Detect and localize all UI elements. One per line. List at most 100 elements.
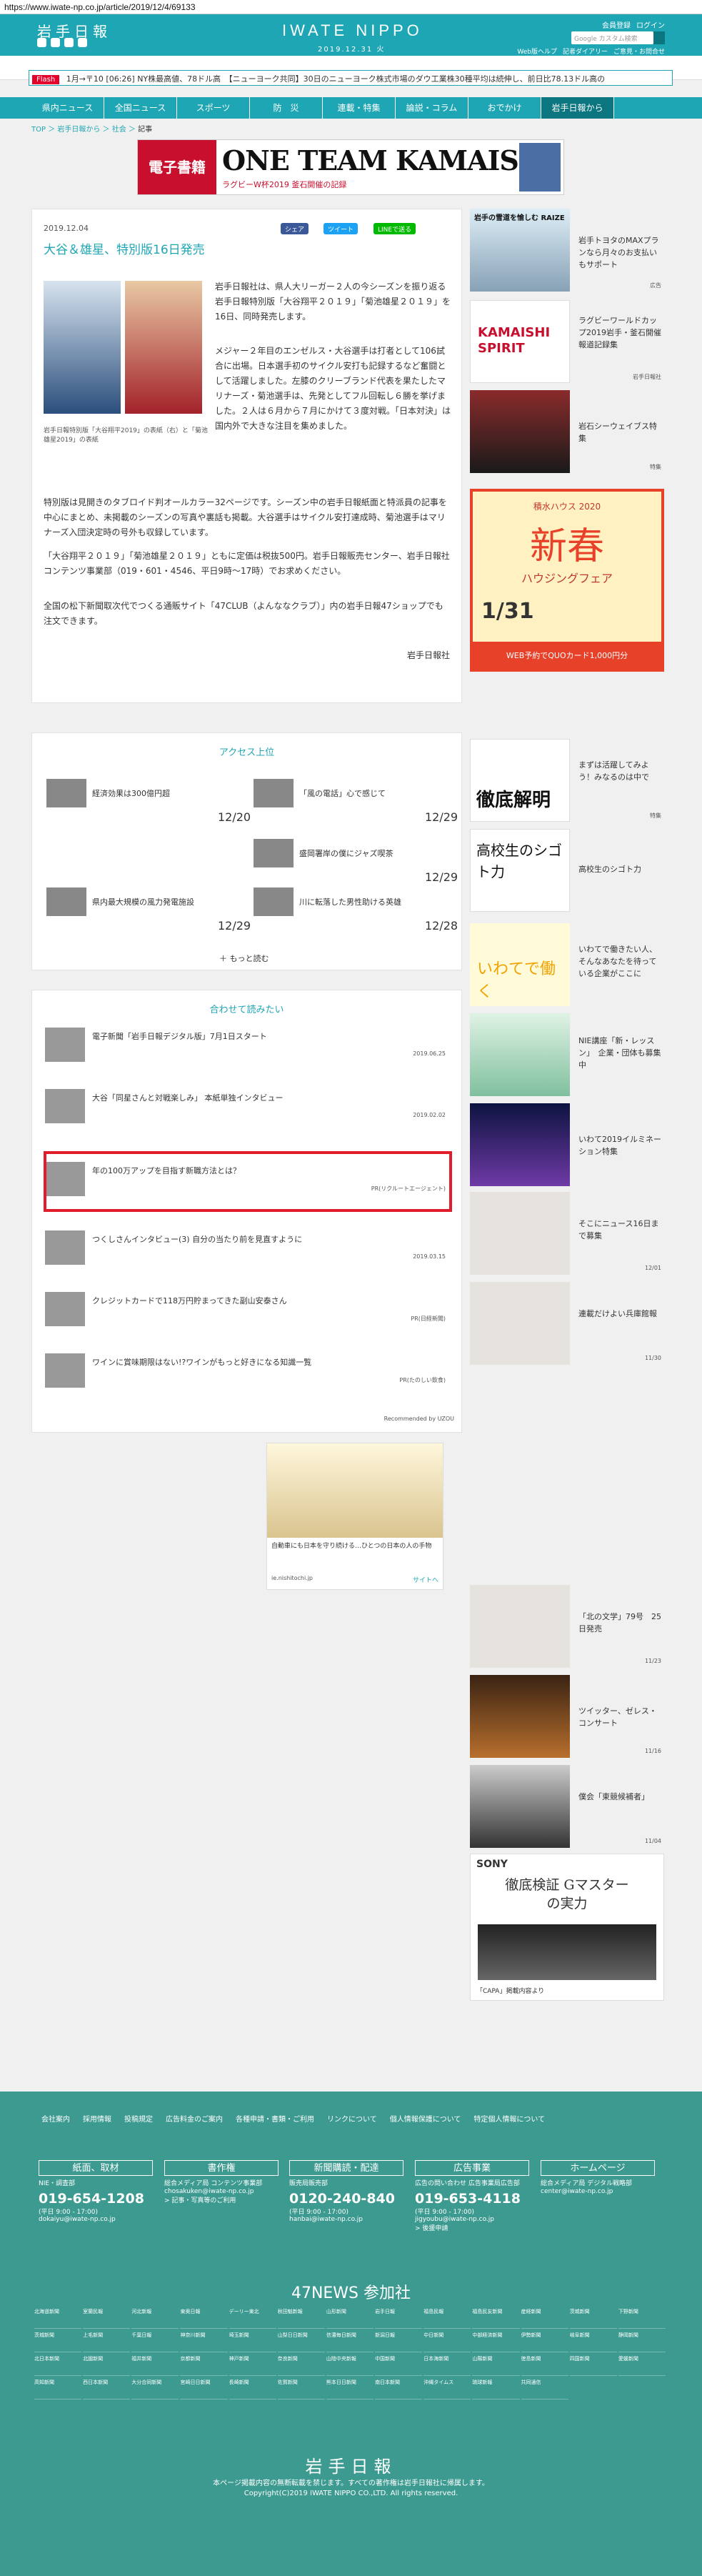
paper-link[interactable]: 中日新聞 — [423, 2330, 471, 2352]
breadcrumb-society[interactable]: 社会 — [112, 126, 126, 134]
paper-link[interactable]: 福島民報 — [423, 2307, 471, 2329]
search-input[interactable]: Google カスタム検索 — [571, 31, 653, 44]
diary-link[interactable]: 記者ダイアリー — [563, 46, 608, 56]
paper-link[interactable]: 南日本新聞 — [375, 2377, 423, 2400]
paper-link[interactable]: 西日本新聞 — [83, 2377, 131, 2400]
paper-link[interactable]: 琉球新報 — [472, 2377, 520, 2400]
tweet-button[interactable]: ツイート — [324, 223, 358, 234]
twitter-icon[interactable] — [37, 38, 46, 47]
nav-disaster[interactable]: 防 災 — [250, 97, 323, 119]
paper-link[interactable]: 河北新報 — [131, 2307, 179, 2329]
register-link[interactable]: 会員登録 — [602, 19, 631, 30]
paper-link[interactable]: 佐賀新聞 — [277, 2377, 325, 2400]
paper-link[interactable]: 信濃毎日新聞 — [326, 2330, 374, 2352]
paper-link[interactable]: 上毛新聞 — [83, 2330, 131, 2352]
sony-ad[interactable]: SONY 徹底検証 Gマスターの実力 「CAPA」掲載内容より — [470, 1854, 664, 2001]
facebook-share-button[interactable]: シェア — [281, 223, 309, 234]
phone-number[interactable]: 019-654-1208 — [39, 2191, 153, 2207]
contact-link[interactable]: ご意見・お問合せ — [613, 46, 665, 56]
paper-link[interactable]: 徳島新聞 — [521, 2354, 568, 2376]
ranking-item[interactable]: 川に転落した男性助ける英雄 — [254, 887, 401, 916]
paper-link[interactable]: デーリー東北 — [229, 2307, 276, 2329]
paper-link[interactable]: 長崎新聞 — [229, 2377, 276, 2400]
paper-link[interactable]: 沖縄タイムス — [423, 2377, 471, 2400]
paper-link[interactable]: 産経新聞 — [521, 2307, 568, 2329]
search-icon[interactable] — [653, 31, 665, 44]
paper-link[interactable]: 山陰中央新報 — [326, 2354, 374, 2376]
footer-link[interactable]: 採用情報 — [83, 2113, 111, 2124]
footer-link[interactable]: 個人情報保護について — [390, 2113, 461, 2124]
nav-outing[interactable]: おでかけ — [468, 97, 541, 119]
mail-link[interactable]: chosakuken@iwate-np.co.jp — [164, 2188, 279, 2195]
paper-link[interactable]: 山陽新聞 — [472, 2354, 520, 2376]
paper-link[interactable]: 共同通信 — [521, 2377, 568, 2400]
mail-link[interactable]: jigyoubu@iwate-np.co.jp — [415, 2216, 529, 2223]
nav-from-iwate[interactable]: 岩手日報から — [541, 97, 614, 119]
instagram-icon[interactable] — [78, 38, 87, 47]
paper-link[interactable]: 北日本新聞 — [34, 2354, 82, 2376]
paper-link[interactable]: 神戸新聞 — [229, 2354, 276, 2376]
paper-link[interactable]: 下野新聞 — [618, 2307, 666, 2329]
ebook-banner[interactable]: 電子書籍 ONE TEAM KAMAISHI ラグビーW杯2019 釜石開催の記… — [137, 139, 564, 195]
facebook-icon[interactable] — [51, 38, 60, 47]
paper-link[interactable]: 高知新聞 — [34, 2377, 82, 2400]
mail-link[interactable]: hanbai@iwate-np.co.jp — [289, 2216, 403, 2223]
ranking-item[interactable]: 県内最大規模の風力発電施設 — [46, 887, 194, 916]
login-link[interactable]: ログイン — [636, 19, 665, 30]
breadcrumb-from[interactable]: 岩手日報から — [57, 126, 100, 134]
ranking-item[interactable]: 「風の電話」心で感じて — [254, 779, 386, 807]
line-share-button[interactable]: LINEで送る — [373, 223, 416, 234]
paper-link[interactable]: 山梨日日新聞 — [277, 2330, 325, 2352]
housing-fair-ad[interactable]: 積水ハウス 2020 新春 ハウジングフェア 1/31 WEB予約でQUOカード… — [470, 489, 664, 672]
paper-link[interactable]: 秋田魁新報 — [277, 2307, 325, 2329]
paper-link[interactable]: 神奈川新聞 — [180, 2330, 228, 2352]
news-ticker[interactable]: Flash 1月→〒10 [06:26] NY株最高値、78ドル高 【ニューヨー… — [29, 70, 673, 86]
paper-link[interactable]: 宮崎日日新聞 — [180, 2377, 228, 2400]
breadcrumb-top[interactable]: TOP — [31, 126, 46, 134]
paper-link[interactable]: 福島民友新聞 — [472, 2307, 520, 2329]
footer-link[interactable]: 広告料金のご案内 — [166, 2113, 223, 2124]
paper-link[interactable]: 山形新聞 — [326, 2307, 374, 2329]
phone-number[interactable]: 0120-240-840 — [289, 2191, 403, 2207]
paper-link[interactable]: 奈良新聞 — [277, 2354, 325, 2376]
phone-number[interactable]: 019-653-4118 — [415, 2191, 529, 2207]
paper-link[interactable]: 中国新聞 — [375, 2354, 423, 2376]
paper-link[interactable]: 東奥日報 — [180, 2307, 228, 2329]
support-link[interactable]: > 後援申請 — [415, 2223, 529, 2232]
ranking-item[interactable]: 盛岡署岸の僕にジャズ喫茶 — [254, 839, 393, 867]
youtube-icon[interactable] — [64, 38, 74, 47]
ad-link[interactable]: サイトへ — [413, 1575, 438, 1584]
ad-box[interactable]: 自動車にも日本を守り続ける…ひとつの日本の人の手物 ie.nishitochi.… — [266, 1443, 443, 1590]
paper-link[interactable]: 中部経済新聞 — [472, 2330, 520, 2352]
nav-column[interactable]: 論説・コラム — [396, 97, 468, 119]
paper-link[interactable]: 日本海新聞 — [423, 2354, 471, 2376]
paper-link[interactable]: 茨城新聞 — [569, 2307, 617, 2329]
footer-link[interactable]: リンクについて — [327, 2113, 377, 2124]
paper-link[interactable]: 室蘭民報 — [83, 2307, 131, 2329]
ranking-item[interactable]: 経済効果は300億円超 — [46, 779, 170, 807]
mail-link[interactable]: dokaiyu@iwate-np.co.jp — [39, 2216, 153, 2223]
paper-link[interactable]: 北海道新聞 — [34, 2307, 82, 2329]
nav-local[interactable]: 県内ニュース — [31, 97, 104, 119]
paper-link[interactable]: 熊本日日新聞 — [326, 2377, 374, 2400]
paper-link[interactable]: 京都新聞 — [180, 2354, 228, 2376]
paper-link[interactable]: 伊勢新聞 — [521, 2330, 568, 2352]
usage-link[interactable]: > 記事・写真等のご利用 — [164, 2195, 279, 2204]
footer-link[interactable]: 会社案内 — [41, 2113, 70, 2124]
paper-link[interactable]: 静岡新聞 — [618, 2330, 666, 2352]
paper-link[interactable]: 新潟日報 — [375, 2330, 423, 2352]
address-bar[interactable]: https://www.iwate-np.co.jp/article/2019/… — [0, 0, 702, 14]
paper-link[interactable]: 大分合同新聞 — [131, 2377, 179, 2400]
paper-link[interactable]: 四国新聞 — [569, 2354, 617, 2376]
footer-link[interactable]: 各種申請・書類・ご利用 — [236, 2113, 314, 2124]
paper-link[interactable]: 岩手日報 — [375, 2307, 423, 2329]
footer-link[interactable]: 投稿規定 — [124, 2113, 153, 2124]
paper-link[interactable]: 岐阜新聞 — [569, 2330, 617, 2352]
nav-sports[interactable]: スポーツ — [177, 97, 250, 119]
help-link[interactable]: Web版ヘルプ — [517, 46, 557, 56]
paper-link[interactable]: 福井新聞 — [131, 2354, 179, 2376]
paper-link[interactable]: 千葉日報 — [131, 2330, 179, 2352]
paper-link[interactable]: 北國新聞 — [83, 2354, 131, 2376]
more-button[interactable]: ＋ もっと読む — [219, 953, 269, 964]
article-photo[interactable] — [44, 281, 204, 431]
